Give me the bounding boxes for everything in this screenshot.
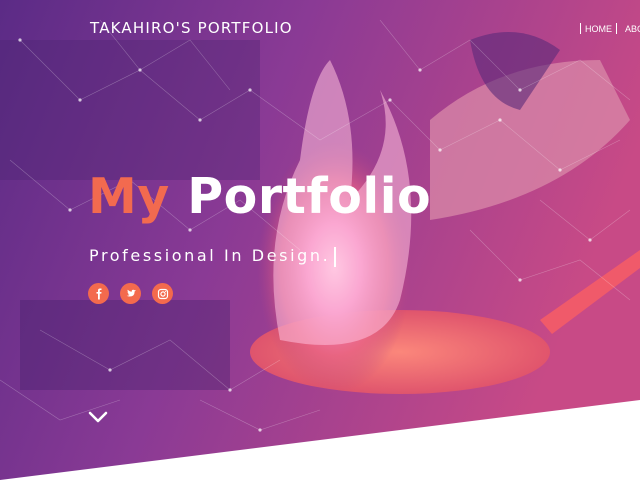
nav-item-label: HOME (585, 23, 612, 34)
site-brand[interactable]: TAKAHIRO'S PORTFOLIO (90, 19, 293, 37)
chevron-down-icon[interactable] (88, 410, 108, 424)
nav-item-label: ABO (625, 23, 640, 34)
hero-subtitle: Professional In Design. (89, 246, 337, 267)
top-nav: HOME ABO (580, 23, 640, 34)
hero-subtitle-text: Professional In Design. (89, 246, 331, 265)
nav-item-home[interactable]: HOME (580, 23, 617, 34)
hero-background (0, 0, 640, 480)
social-links (88, 283, 173, 304)
typing-cursor (334, 246, 337, 267)
nav-item-about[interactable]: ABO (625, 23, 640, 34)
facebook-icon[interactable] (88, 283, 109, 304)
hero-section: TAKAHIRO'S PORTFOLIO HOME ABO My Portfol… (0, 0, 640, 480)
hero-title-accent: My (88, 168, 170, 225)
hero-title-main: Portfolio (187, 168, 432, 225)
instagram-icon[interactable] (152, 283, 173, 304)
hero-title: My Portfolio (88, 172, 431, 221)
twitter-icon[interactable] (120, 283, 141, 304)
